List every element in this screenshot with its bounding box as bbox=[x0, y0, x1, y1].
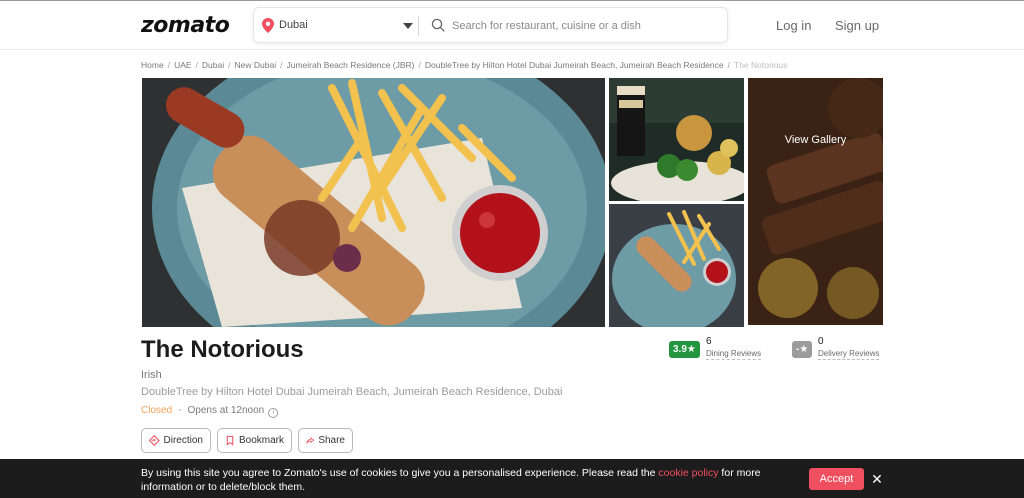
direction-icon bbox=[149, 435, 160, 446]
dining-rating-badge: 3.9★ bbox=[669, 341, 700, 358]
restaurant-address: DoubleTree by Hilton Hotel Dubai Jumeira… bbox=[141, 386, 563, 398]
cookie-banner: By using this site you agree to Zomato's… bbox=[0, 459, 1024, 498]
breadcrumb-dubai[interactable]: Dubai bbox=[202, 60, 224, 70]
share-button[interactable]: Share bbox=[298, 428, 353, 453]
hotdog-fries-image bbox=[142, 78, 605, 327]
gallery-overlay bbox=[748, 78, 883, 325]
breadcrumb-separator: / bbox=[280, 60, 283, 70]
bookmark-button[interactable]: Bookmark bbox=[217, 428, 292, 453]
breadcrumb-separator: / bbox=[418, 60, 421, 70]
info-icon[interactable]: i bbox=[268, 408, 279, 418]
restaurant-name: The Notorious bbox=[141, 336, 304, 363]
breadcrumb-current: The Notorious bbox=[734, 60, 788, 70]
dining-review-count: 6 bbox=[706, 336, 712, 347]
page: zomato Dubai Log in Sign up Home/UAE/Dub… bbox=[0, 0, 1024, 498]
closed-status: Closed bbox=[141, 405, 173, 416]
delivery-review-count: 0 bbox=[818, 336, 824, 347]
search-icon bbox=[431, 18, 445, 32]
star-icon: ★ bbox=[799, 344, 809, 355]
breadcrumb-separator: / bbox=[228, 60, 231, 70]
status-separator: - bbox=[178, 405, 182, 416]
pub-meal-photo[interactable] bbox=[609, 78, 744, 201]
accept-cookies-button[interactable]: Accept bbox=[809, 468, 864, 490]
bookmark-icon bbox=[226, 435, 234, 446]
breadcrumb-separator: / bbox=[167, 60, 171, 70]
opening-status: Closed - Opens at 12noon i bbox=[141, 405, 279, 418]
breadcrumb: Home / UAE / Dubai / New Dubai / Jumeirah Beach … bbox=[141, 60, 787, 70]
search-input[interactable] bbox=[452, 16, 712, 36]
zomato-logo[interactable]: zomato bbox=[141, 13, 230, 38]
hotdog-plate-photo[interactable] bbox=[609, 204, 744, 327]
share-label: Share bbox=[318, 435, 345, 446]
breadcrumb-hotel[interactable]: DoubleTree by Hilton Hotel Dubai Jumeira… bbox=[425, 60, 724, 70]
view-gallery-tile[interactable]: View Gallery bbox=[748, 78, 883, 325]
direction-button[interactable]: Direction bbox=[141, 428, 211, 453]
breadcrumb-separator: / bbox=[195, 60, 198, 70]
search-divider bbox=[418, 16, 419, 36]
dining-score: 3.9 bbox=[673, 344, 687, 355]
bookmark-label: Bookmark bbox=[238, 435, 284, 446]
main-food-photo[interactable] bbox=[142, 78, 605, 327]
opening-time: Opens at 12noon bbox=[187, 405, 265, 416]
view-gallery-label[interactable]: View Gallery bbox=[748, 134, 883, 146]
delivery-reviews-label[interactable]: Delivery Reviews bbox=[818, 349, 880, 360]
breadcrumb-uae[interactable]: UAE bbox=[174, 60, 191, 70]
location-selector[interactable]: Dubai bbox=[279, 19, 308, 31]
breadcrumb-jbr[interactable]: Jumeirah Beach Residence (JBR) bbox=[286, 60, 414, 70]
hotdog-plate-image bbox=[609, 204, 744, 327]
delivery-rating-badge: -★ bbox=[792, 341, 812, 358]
breadcrumb-new-dubai[interactable]: New Dubai bbox=[235, 60, 277, 70]
search-bar: Dubai bbox=[253, 7, 728, 43]
cookie-policy-link[interactable]: cookie policy bbox=[658, 467, 718, 479]
chevron-down-icon[interactable] bbox=[403, 23, 413, 29]
breadcrumb-home[interactable]: Home bbox=[141, 60, 164, 70]
breadcrumb-separator: / bbox=[727, 60, 731, 70]
signup-link[interactable]: Sign up bbox=[835, 18, 879, 33]
share-icon bbox=[306, 437, 315, 444]
cookie-text-before: By using this site you agree to Zomato's… bbox=[141, 467, 659, 479]
direction-label: Direction bbox=[163, 435, 203, 446]
login-link[interactable]: Log in bbox=[776, 18, 811, 33]
guinness-meal-image bbox=[609, 78, 744, 201]
location-pin-icon bbox=[262, 18, 274, 33]
cuisine-type[interactable]: Irish bbox=[141, 369, 162, 381]
star-icon: ★ bbox=[686, 344, 696, 355]
top-header: zomato Dubai Log in Sign up bbox=[0, 0, 1024, 50]
close-icon[interactable]: ✕ bbox=[871, 470, 883, 488]
dining-reviews-label[interactable]: Dining Reviews bbox=[706, 349, 762, 360]
cookie-message: By using this site you agree to Zomato's… bbox=[141, 466, 791, 494]
